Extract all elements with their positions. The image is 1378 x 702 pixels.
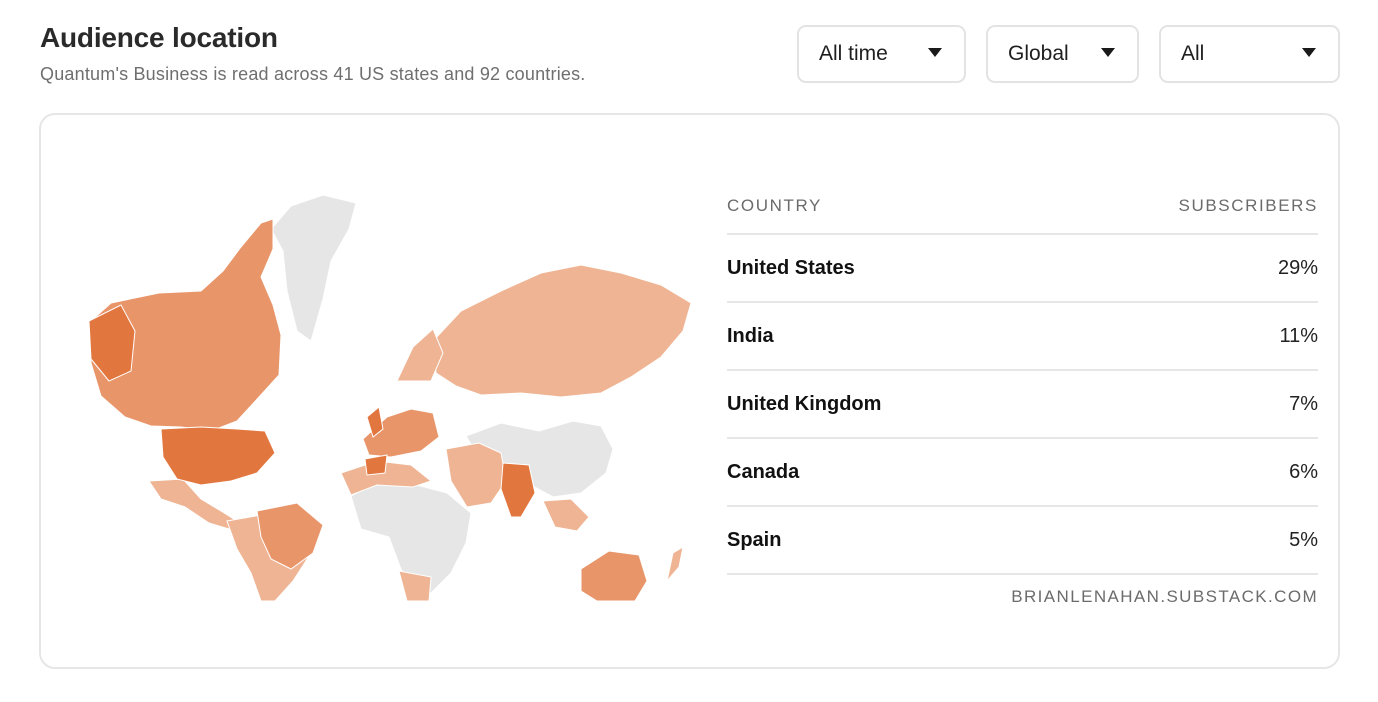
country-name: Canada — [727, 460, 800, 483]
map-new-zealand — [666, 545, 684, 582]
time-range-value: All time — [819, 42, 888, 65]
table-row: India 11% — [727, 303, 1318, 371]
table-row: United Kingdom 7% — [727, 371, 1318, 439]
location-card: COUNTRY SUBSCRIBERS United States 29% In… — [39, 113, 1340, 669]
map-middle-east — [445, 442, 507, 508]
world-choropleth-map — [88, 194, 691, 601]
subscriber-share: 5% — [1289, 528, 1318, 551]
subscriber-share: 6% — [1289, 460, 1318, 483]
caret-down-icon — [1302, 48, 1316, 57]
subscriber-share: 7% — [1289, 392, 1318, 415]
country-name: United States — [727, 256, 855, 279]
country-name: India — [727, 324, 774, 347]
map-spain — [364, 454, 388, 476]
time-range-select[interactable]: All time — [797, 25, 966, 83]
table-row: Canada 6% — [727, 439, 1318, 507]
map-united-states — [160, 426, 276, 486]
country-name: United Kingdom — [727, 392, 882, 415]
subscriber-share: 11% — [1279, 324, 1318, 347]
subscriber-type-value: All — [1181, 42, 1205, 65]
map-australia — [580, 550, 648, 601]
map-india — [500, 462, 536, 518]
map-se-asia — [542, 498, 590, 532]
table-row: Spain 5% — [727, 507, 1318, 575]
table-header: COUNTRY SUBSCRIBERS — [727, 179, 1318, 235]
column-header-subscribers: SUBSCRIBERS — [1178, 196, 1318, 215]
map-greenland — [270, 194, 357, 342]
region-select[interactable]: Global — [986, 25, 1139, 83]
region-value: Global — [1008, 42, 1069, 65]
map-mexico — [148, 478, 238, 530]
audience-location-page: Audience location Quantum's Business is … — [0, 0, 1378, 702]
subscriber-share: 29% — [1277, 256, 1318, 279]
country-name: Spain — [727, 528, 782, 551]
map-russia — [432, 264, 691, 398]
column-header-country: COUNTRY — [727, 196, 822, 215]
country-table: COUNTRY SUBSCRIBERS United States 29% In… — [727, 179, 1318, 607]
subscriber-type-select[interactable]: All — [1159, 25, 1340, 83]
filter-bar: All time Global All — [0, 25, 1378, 83]
caret-down-icon — [1101, 48, 1115, 57]
source-attribution: BRIANLENAHAN.SUBSTACK.COM — [1011, 587, 1318, 606]
table-row: United States 29% — [727, 235, 1318, 303]
caret-down-icon — [928, 48, 942, 57]
